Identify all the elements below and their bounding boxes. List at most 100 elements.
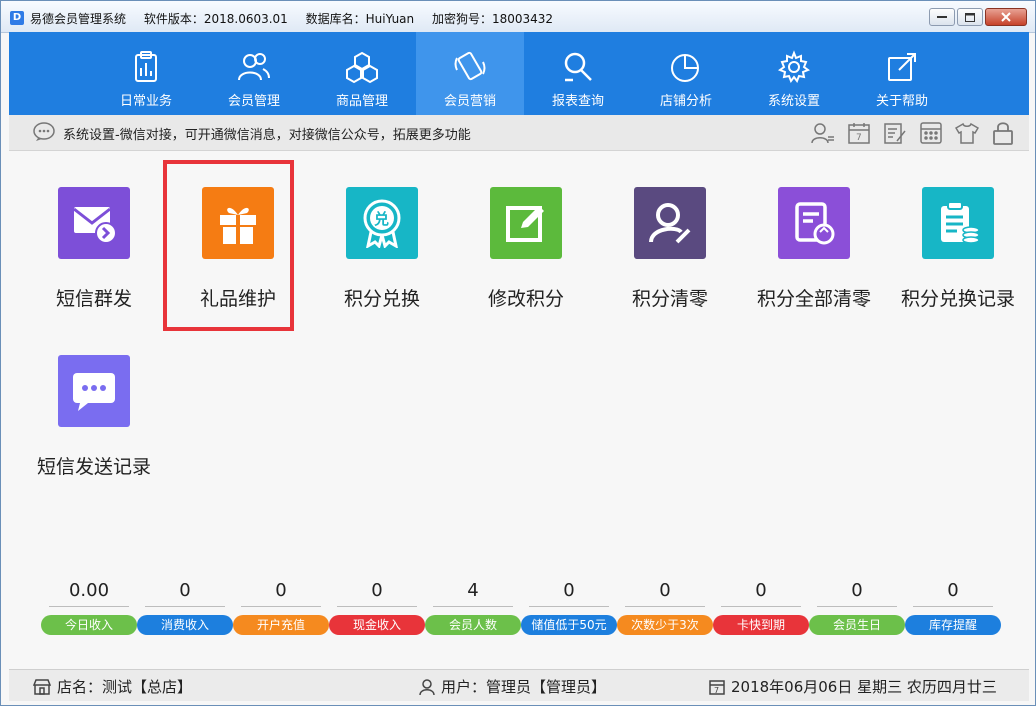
status-bar: 店名：测试【总店】 用户：管理员【管理员】 7 2018年06月06日 星期三 … (9, 669, 1029, 701)
stat-badge: 会员生日 (809, 615, 905, 635)
nav-label: 关于帮助 (875, 94, 928, 109)
tile-label: 积分兑换 (343, 288, 420, 310)
info-bar: 系统设置-微信对接，可开通微信消息，对接微信公众号，拓展更多功能 7 (9, 115, 1029, 151)
nav-label: 日常业务 (119, 94, 172, 109)
tile-icon-box: 兑 (346, 187, 418, 259)
maximize-icon (965, 12, 975, 22)
tile-clear-all-points[interactable]: 积分全部清零 (742, 152, 886, 310)
function-panel: 短信群发 礼品维护 兑 积分兑换 修改积分 积分清零 积分全部清零 积分兑换记录… (9, 152, 1029, 668)
nav-label: 系统设置 (767, 94, 820, 109)
tile-label: 短信群发 (55, 288, 132, 310)
close-button[interactable] (985, 8, 1027, 26)
stat-account-topup[interactable]: 0 开户充值 (233, 577, 329, 635)
stat-badge: 消费收入 (137, 615, 233, 635)
stat-cash-income[interactable]: 0 现金收入 (329, 577, 425, 635)
stat-card-expiring[interactable]: 0 卡快到期 (713, 577, 809, 635)
tile-exchange-records[interactable]: 积分兑换记录 (886, 152, 1030, 310)
version-info: 软件版本：2018.0603.01 (143, 12, 288, 26)
edit-doc-icon (884, 123, 906, 144)
quick-lock-button[interactable] (989, 120, 1017, 146)
nav-label: 商品管理 (335, 94, 388, 109)
store-info: 店名：测试【总店】 (33, 676, 192, 697)
tile-icon-box (58, 187, 130, 259)
stat-stock-alert[interactable]: 0 库存提醒 (905, 577, 1001, 635)
minimize-icon (937, 16, 947, 18)
stat-low-balance[interactable]: 0 储值低于50元 (521, 577, 617, 635)
quick-member-button[interactable] (809, 120, 837, 146)
stat-value: 0 (817, 577, 897, 607)
tile-sms-broadcast[interactable]: 短信群发 (22, 152, 166, 310)
tile-sms-records[interactable]: 短信发送记录 (22, 320, 166, 478)
app-name: 易德会员管理系统 (30, 12, 127, 26)
title-bar: D 易德会员管理系统 软件版本：2018.0603.01 数据库名：HuiYua… (1, 1, 1035, 33)
nav-label: 会员管理 (227, 94, 280, 109)
nav-item-member-marketing[interactable]: 会员营销 (416, 32, 524, 115)
quick-calendar-button[interactable]: 7 (845, 120, 873, 146)
nav-item-report-query[interactable]: 报表查询 (524, 32, 632, 115)
stat-today-income[interactable]: 0.00 今日收入 (41, 577, 137, 635)
tile-edit-points[interactable]: 修改积分 (454, 152, 598, 310)
stat-member-count[interactable]: 4 会员人数 (425, 577, 521, 635)
calendar-icon: 7 (709, 679, 725, 695)
minimize-button[interactable] (929, 8, 955, 26)
quick-calculator-button[interactable] (917, 120, 945, 146)
chat-bubble-icon (33, 122, 55, 141)
stat-badge: 次数少于3次 (617, 615, 713, 635)
stat-value: 0 (625, 577, 705, 607)
phone-icon (454, 51, 486, 81)
gear-icon (777, 50, 811, 84)
quick-edit-button[interactable] (881, 120, 909, 146)
quick-theme-button[interactable] (953, 120, 981, 146)
main-nav: 日常业务 会员管理 商品管理 会员营销 报表查询 店铺分析 系统设置 关于帮助 (9, 32, 1029, 115)
nav-item-member-management[interactable]: 会员管理 (200, 32, 308, 115)
stat-badge: 库存提醒 (905, 615, 1001, 635)
nav-item-store-analysis[interactable]: 店铺分析 (632, 32, 740, 115)
stats-panel: 0.00 今日收入 0 消费收入 0 开户充值 0 现金收入 4 会员人数 0 … (41, 577, 1003, 641)
window-controls (929, 8, 1027, 26)
tile-label: 修改积分 (487, 288, 564, 310)
stat-low-visits[interactable]: 0 次数少于3次 (617, 577, 713, 635)
maximize-button[interactable] (957, 8, 983, 26)
close-icon (1001, 12, 1011, 22)
stat-badge: 卡快到期 (713, 615, 809, 635)
app-window: D 易德会员管理系统 软件版本：2018.0603.01 数据库名：HuiYua… (0, 0, 1036, 706)
shirt-icon (955, 122, 979, 144)
user-info: 用户：管理员【管理员】 (419, 676, 606, 697)
nav-item-daily-business[interactable]: 日常业务 (92, 32, 200, 115)
date-info: 7 2018年06月06日 星期三 农历四月廿三 (709, 676, 997, 697)
nav-item-product-management[interactable]: 商品管理 (308, 32, 416, 115)
stat-badge: 会员人数 (425, 615, 521, 635)
stat-consumption-income[interactable]: 0 消费收入 (137, 577, 233, 635)
tile-icon-box (778, 187, 850, 259)
svg-text:7: 7 (856, 133, 862, 143)
stat-value: 0 (529, 577, 609, 607)
window-title: 易德会员管理系统 软件版本：2018.0603.01 数据库名：HuiYuan … (30, 10, 567, 27)
calendar-icon: 7 (848, 123, 870, 144)
tile-icon-box (58, 355, 130, 427)
stat-value: 0 (721, 577, 801, 607)
tile-points-exchange[interactable]: 兑 积分兑换 (310, 152, 454, 310)
nav-item-system-settings[interactable]: 系统设置 (740, 32, 848, 115)
svg-text:兑: 兑 (374, 210, 389, 228)
stat-value: 0 (337, 577, 417, 607)
user-clear-icon (649, 203, 691, 244)
store-name: 店名：测试【总店】 (57, 678, 193, 696)
selection-highlight (163, 160, 294, 331)
lock-icon (993, 122, 1013, 145)
tile-clear-points[interactable]: 积分清零 (598, 152, 742, 310)
nav-item-about-help[interactable]: 关于帮助 (848, 32, 956, 115)
exchange-badge-icon: 兑 (363, 199, 401, 248)
user-name: 用户：管理员【管理员】 (441, 678, 607, 696)
tile-icon-box (922, 187, 994, 259)
pie-chart-icon (671, 54, 699, 82)
tile-icon-box (490, 187, 562, 259)
stat-member-birthday[interactable]: 0 会员生日 (809, 577, 905, 635)
stat-badge: 开户充值 (233, 615, 329, 635)
clipboard-icon (135, 51, 157, 82)
app-logo-icon: D (10, 11, 24, 25)
stat-value: 0 (913, 577, 993, 607)
tile-label: 积分清零 (631, 288, 708, 310)
info-message[interactable]: 系统设置-微信对接，可开通微信消息，对接微信公众号，拓展更多功能 (63, 124, 471, 143)
refresh-doc-icon (795, 202, 835, 245)
stat-value: 0.00 (49, 577, 129, 607)
